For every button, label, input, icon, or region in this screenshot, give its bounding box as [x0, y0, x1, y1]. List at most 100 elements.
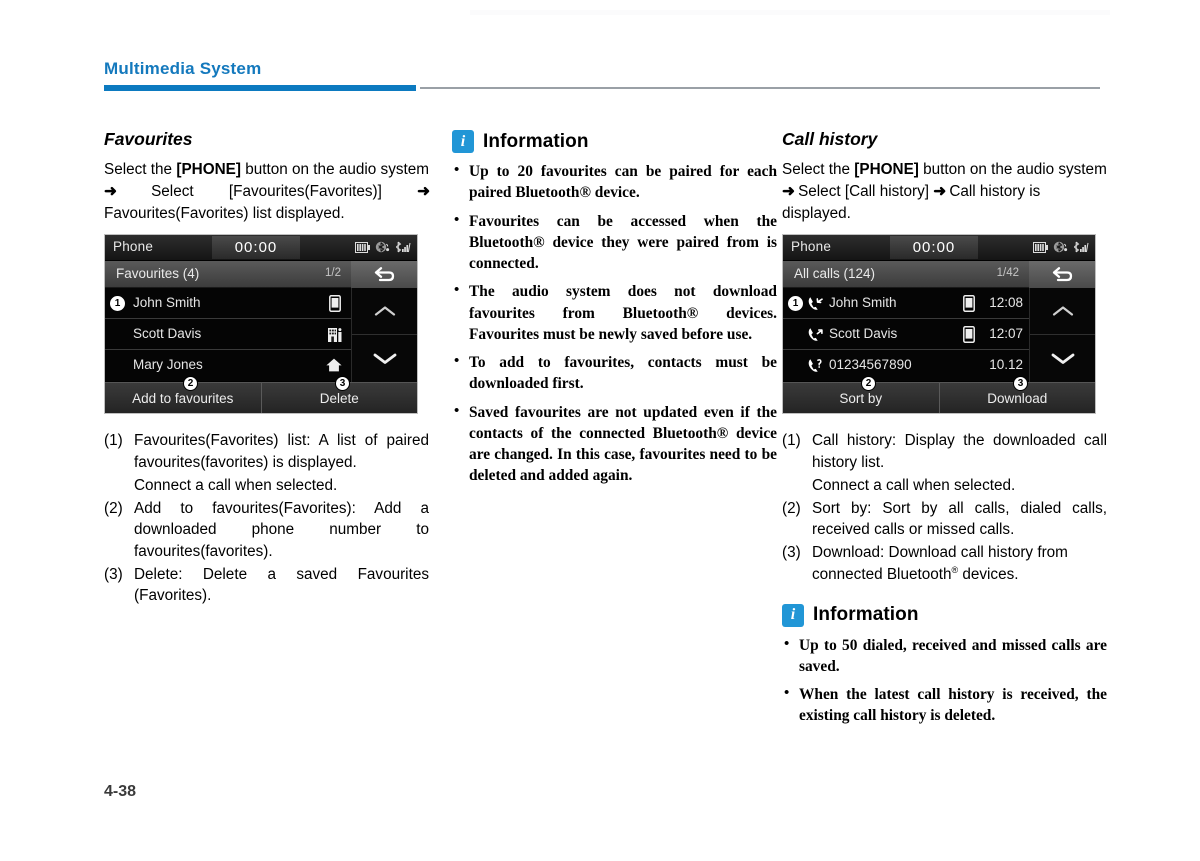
page-number: 4-38 [104, 783, 137, 800]
list-item: Saved favourites are not updated even if… [452, 401, 777, 487]
list-text: Favourites(Favorites) list: A list of pa… [134, 432, 429, 472]
list-item: (2) Sort by: Sort by all calls, dialed c… [782, 498, 1107, 541]
all-calls-title: All calls (124) [794, 266, 876, 282]
intro-text-2: button on the audio system [918, 161, 1107, 179]
list-item-sub: Connect a call when selected. [104, 475, 429, 497]
favourites-intro-paragraph: Select the [PHONE] button on the audio s… [104, 159, 430, 224]
contact-name: Scott Davis [829, 326, 898, 342]
list-item: (1) Favourites(Favorites) list: A list o… [104, 430, 429, 473]
intro-text-3: Select [Favourites(Favorites)] [115, 182, 418, 200]
call-history-list-area: 1 John Smith 12:08 Scott Davis 12:07 012… [783, 288, 1095, 383]
favourites-rows: 1 John Smith Scott Davis Mary Jones [105, 288, 353, 382]
information-header: i Information [452, 130, 777, 153]
device-system-icons [1033, 241, 1089, 253]
add-to-favourites-button[interactable]: Add to favourites [105, 383, 261, 413]
information-title: Information [813, 604, 919, 626]
arrow-icon-1: ➜ [104, 182, 117, 200]
call-history-intro-paragraph: Select the [PHONE] button on the audio s… [782, 159, 1107, 224]
device-clock: 00:00 [212, 236, 300, 260]
list-item: Favourites can be accessed when the Blue… [452, 210, 777, 275]
scroll-down-button[interactable] [1030, 335, 1095, 382]
chevron-down-icon [1051, 354, 1074, 365]
bluetooth-audio-icon [1053, 242, 1068, 253]
contact-name: John Smith [133, 295, 201, 311]
callout-1: 1 [110, 296, 125, 312]
table-row[interactable]: Scott Davis [105, 319, 353, 351]
list-marker: (2) [104, 499, 123, 517]
list-text-pre: Download: Download call history from con… [812, 544, 1068, 583]
table-row[interactable]: 1 John Smith 12:08 [783, 288, 1031, 320]
bluetooth-signal-icon [1073, 242, 1089, 253]
contact-name: Mary Jones [133, 357, 203, 373]
device-status-bar: Phone 00:00 [783, 235, 1095, 262]
callout-1: 1 [788, 296, 803, 312]
mobile-phone-icon [963, 326, 975, 344]
back-button[interactable] [351, 261, 417, 289]
column-call-history: Call history Select the [PHONE] button o… [782, 129, 1107, 734]
header-ghost-band [470, 10, 1110, 15]
table-row[interactable]: Mary Jones [105, 350, 353, 382]
list-subtext: Connect a call when selected. [134, 476, 338, 494]
battery-icon [1033, 241, 1048, 253]
chapter-title: Multimedia System [104, 59, 262, 78]
list-item-sub: Connect a call when selected. [782, 475, 1107, 497]
information-header: i Information [782, 603, 1107, 627]
contact-name: Scott Davis [133, 326, 202, 342]
header-accent-rule [104, 85, 416, 91]
list-item: (3) Download: Download call history from … [782, 542, 1107, 586]
device-mode-label: Phone [791, 239, 832, 255]
chevron-down-icon [373, 354, 396, 365]
list-marker: (1) [104, 432, 123, 450]
office-building-icon [328, 328, 342, 343]
call-history-page-indicator: 1/42 [996, 267, 1019, 280]
device-status-bar: Phone 00:00 [105, 235, 417, 262]
list-item: Up to 50 dialed, received and missed cal… [782, 634, 1107, 678]
scroll-up-button[interactable] [352, 288, 417, 336]
sort-by-button[interactable]: Sort by [783, 383, 939, 413]
info-icon: i [782, 603, 804, 627]
intro-text-1: Select the [782, 161, 855, 179]
favourites-screen-image: Phone 00:00 Favourites (4) 1/2 1 John Sm… [104, 234, 418, 415]
intro-text-3: Select [Call history] [793, 182, 934, 200]
call-history-footer-bar: Sort by Download [783, 382, 1095, 414]
page-header: Multimedia System [0, 0, 1200, 100]
arrow-icon-1: ➜ [782, 182, 795, 200]
mobile-phone-icon [329, 295, 341, 313]
device-title-bar: All calls (124) 1/42 [783, 261, 1095, 289]
favourites-numbered-list: (1) Favourites(Favorites) list: A list o… [104, 430, 429, 607]
list-marker: (1) [782, 432, 801, 450]
missed-call-icon [808, 359, 822, 373]
favourites-list-area: 1 John Smith Scott Davis Mary Jones [105, 288, 417, 383]
mobile-phone-icon [963, 295, 975, 313]
call-time: 12:08 [989, 295, 1023, 311]
contact-name: 01234567890 [829, 357, 912, 373]
back-arrow-icon [1052, 266, 1073, 282]
device-system-icons [355, 241, 411, 253]
table-row[interactable]: 01234567890 10.12 [783, 350, 1031, 382]
list-item: (1) Call history: Display the downloaded… [782, 430, 1107, 473]
table-row[interactable]: Scott Davis 12:07 [783, 319, 1031, 351]
incoming-call-icon [808, 297, 823, 311]
intro-text-4: Favourites(Favorites) list displayed. [104, 204, 345, 222]
scroll-up-button[interactable] [1030, 288, 1095, 336]
list-marker: (2) [782, 499, 801, 517]
call-history-numbered-list: (1) Call history: Display the downloaded… [782, 430, 1107, 585]
list-text: Call history: Display the downloaded cal… [812, 432, 1107, 472]
table-row[interactable]: 1 John Smith [105, 288, 353, 320]
scroll-down-button[interactable] [352, 335, 417, 382]
call-time: 10.12 [989, 357, 1023, 373]
battery-icon [355, 241, 370, 253]
call-history-heading: Call history [782, 129, 878, 149]
favourites-scroll-controls [351, 288, 417, 383]
column-favourites: Favourites Select the [PHONE] button on … [104, 129, 430, 608]
list-text-post: devices. [958, 565, 1019, 583]
info-icon: i [452, 130, 474, 153]
list-marker: (3) [104, 565, 123, 583]
list-item: (3) Delete: Delete a saved Favourites (F… [104, 564, 429, 607]
column-information: i Information Up to 20 favourites can be… [452, 130, 777, 494]
favourites-heading: Favourites [104, 129, 193, 149]
information-bullet-list: Up to 50 dialed, received and missed cal… [782, 634, 1107, 727]
back-button[interactable] [1029, 261, 1095, 289]
information-title: Information [483, 130, 589, 152]
list-text: Add to favourites(Favorites): Add a down… [134, 499, 429, 560]
